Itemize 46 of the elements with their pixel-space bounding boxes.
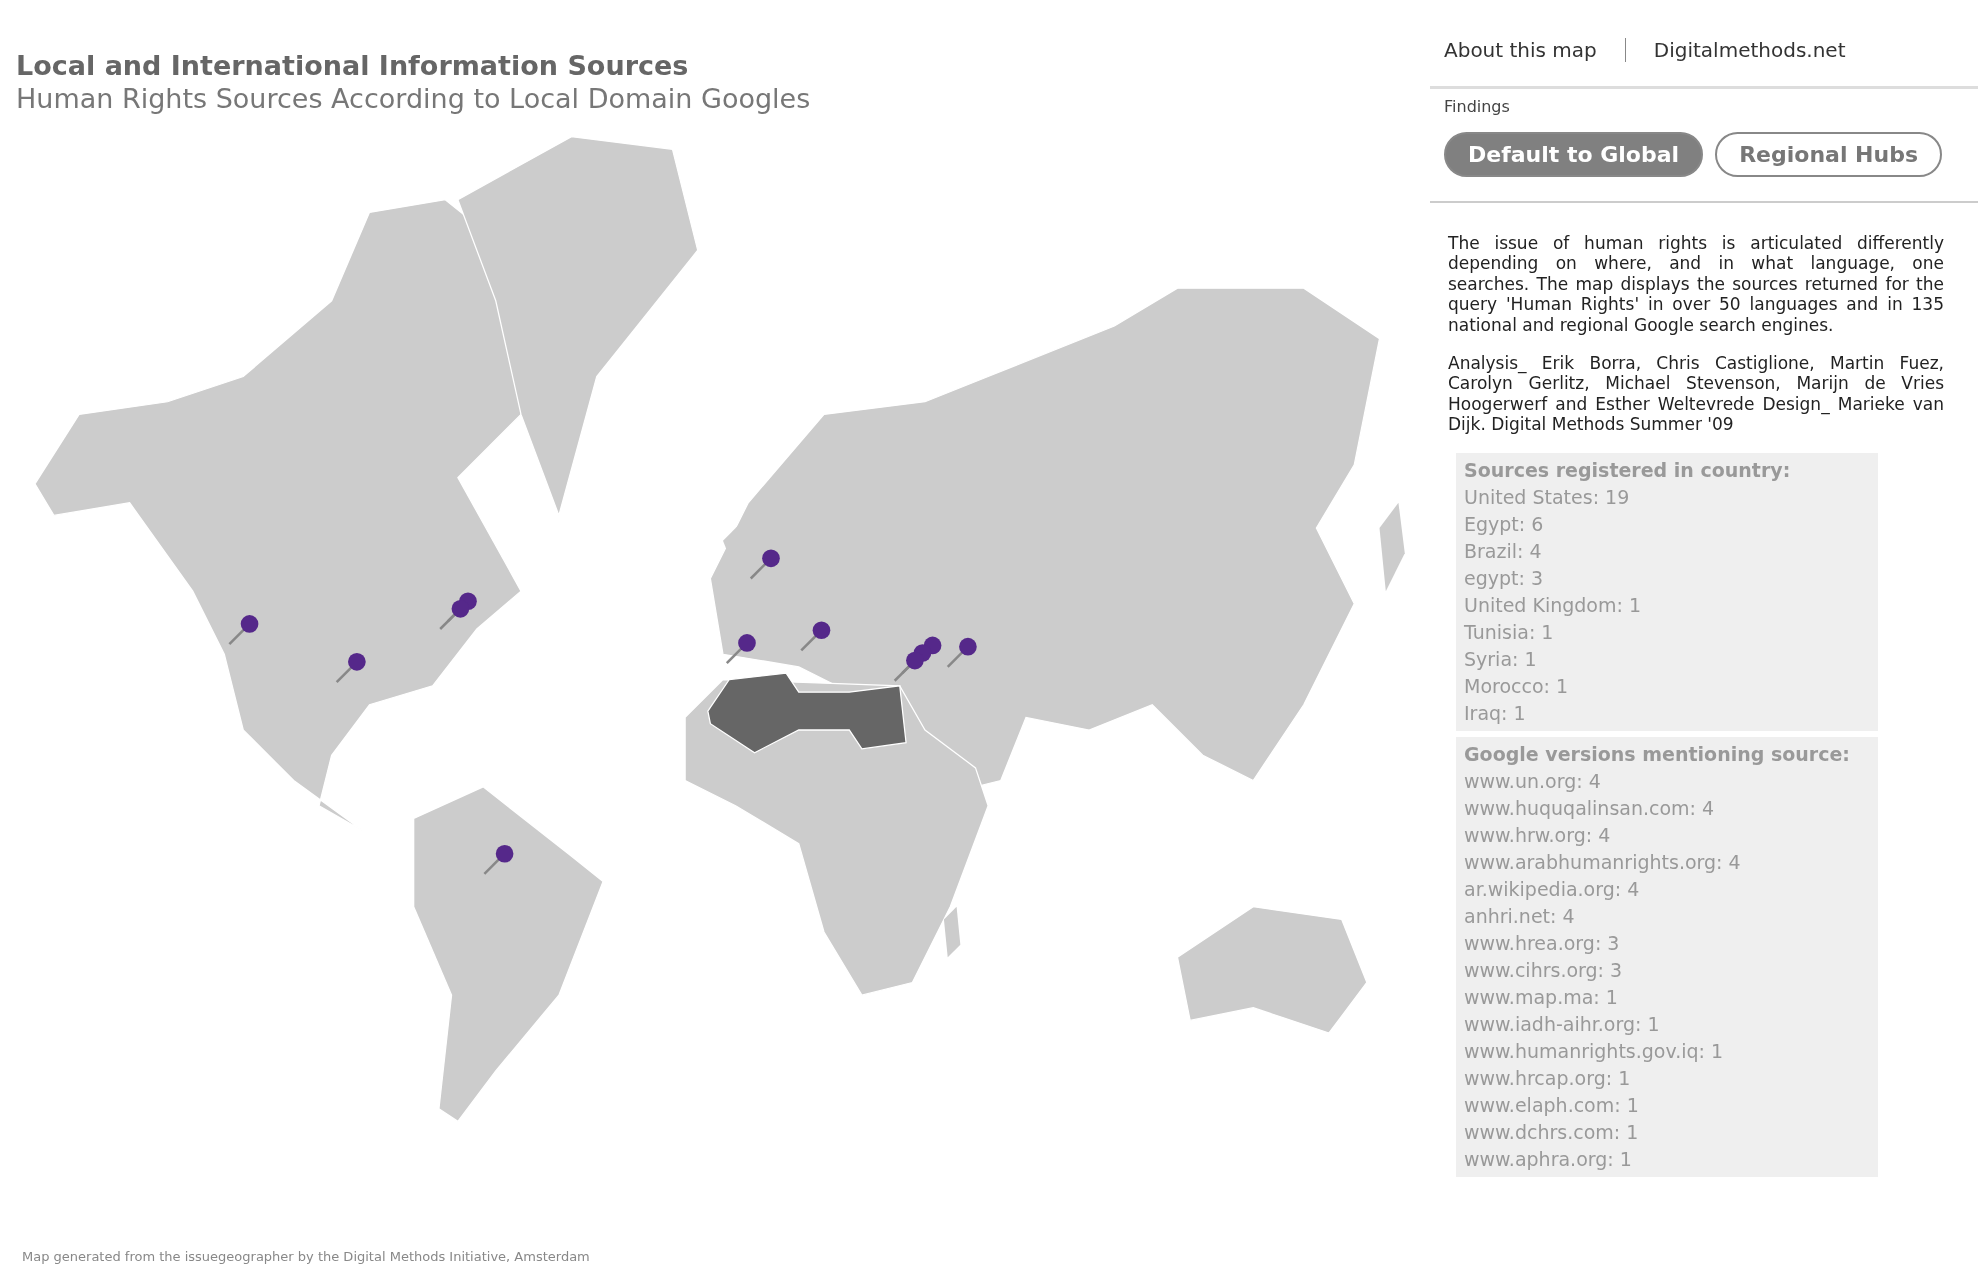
findings-tab[interactable]: Regional Hubs xyxy=(1715,132,1942,177)
source-count: www.huquqalinsan.com: 4 xyxy=(1464,795,1716,821)
map-pin-icon[interactable] xyxy=(228,615,259,646)
source-count: www.aphra.org: 1 xyxy=(1464,1146,1633,1172)
island-drawing xyxy=(943,906,961,958)
map-pin-cluster-icon[interactable] xyxy=(439,592,477,630)
country-count: Syria: 1 xyxy=(1464,646,1538,672)
source-count: www.elaph.com: 1 xyxy=(1464,1092,1640,1118)
country-count: Egypt: 6 xyxy=(1464,511,1545,537)
country-count: Brazil: 4 xyxy=(1464,538,1543,564)
map-pin-icon[interactable] xyxy=(749,549,780,580)
map-pin-icon[interactable] xyxy=(725,634,756,664)
source-count: anhri.net: 4 xyxy=(1464,903,1576,929)
header-link[interactable]: About this map xyxy=(1444,38,1625,62)
panel-heading: Google versions mentioning source: xyxy=(1464,741,1851,767)
map-pin-icon[interactable] xyxy=(800,621,831,652)
country-count: egypt: 3 xyxy=(1464,565,1545,591)
source-count: www.cihrs.org: 3 xyxy=(1464,957,1624,983)
source-count: www.dchrs.com: 1 xyxy=(1464,1119,1640,1145)
source-count: www.map.ma: 1 xyxy=(1464,984,1619,1010)
map-title: Local and International Information Sources xyxy=(16,50,690,81)
map-pin-icon[interactable] xyxy=(483,844,514,875)
source-count: www.hrw.org: 4 xyxy=(1464,822,1612,848)
map-pin-cluster-icon[interactable] xyxy=(893,636,942,682)
source-count: www.un.org: 4 xyxy=(1464,768,1602,794)
description-text: Analysis_ Erik Borra, Chris Castiglione, Martin Fuez, Carolyn Gerlitz, Michael Stevenson, Marijn de Vries Hoogerwerf and Esther Weltevrede Design_ Marieke van Dijk. Digital Methods Summer '09 xyxy=(1448,352,1944,435)
map-pin-icon[interactable] xyxy=(946,637,977,668)
findings-label: Findings xyxy=(1444,97,1511,116)
map-pin-icon[interactable] xyxy=(335,653,366,683)
country-count: Morocco: 1 xyxy=(1464,673,1570,699)
source-count: www.hrea.org: 3 xyxy=(1464,930,1621,956)
source-count: ar.wikipedia.org: 4 xyxy=(1464,876,1641,902)
source-count: www.hrcap.org: 1 xyxy=(1464,1065,1632,1091)
source-count: www.arabhumanrights.org: 4 xyxy=(1464,849,1742,875)
findings-tab[interactable]: Default to Global xyxy=(1444,132,1704,177)
source-count: www.iadh-aihr.org: 1 xyxy=(1464,1011,1661,1037)
footer-note: Map generated from the issuegeographer by the Digital Methods Initiative, Amsterdam xyxy=(21,1249,591,1264)
header-link[interactable]: Digitalmethods.net xyxy=(1624,38,1874,62)
source-count: www.humanrights.gov.iq: 1 xyxy=(1464,1038,1725,1064)
panel-heading: Sources registered in country: xyxy=(1464,457,1792,483)
country-count: United Kingdom: 1 xyxy=(1464,592,1643,618)
country-count: Iraq: 1 xyxy=(1464,700,1527,726)
map-subtitle: Human Rights Sources According to Local Domain Googles xyxy=(16,83,812,114)
country-count: United States: 19 xyxy=(1464,484,1631,510)
description-text: The issue of human rights is articulated differently depending on where, and in what language, one searches. The map displays the sources returned for the query 'Human Rights' in over 50 languages and in 135 national and regional Google search engines. xyxy=(1448,233,1944,335)
country-count: Tunisia: 1 xyxy=(1464,619,1555,645)
